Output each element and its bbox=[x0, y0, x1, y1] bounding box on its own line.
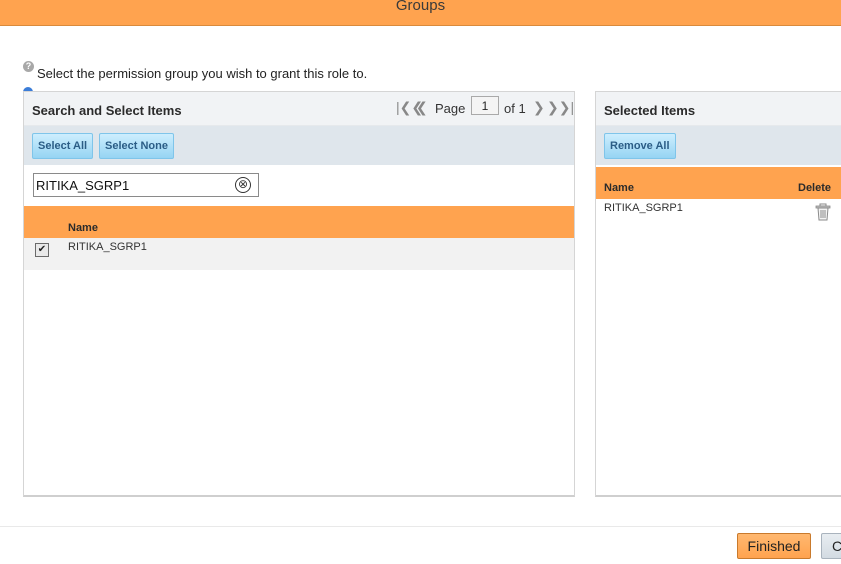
panel-title: Selected Items bbox=[604, 103, 696, 118]
row-checkbox[interactable]: ✔ bbox=[35, 243, 49, 257]
panel-title: Search and Select Items bbox=[32, 103, 182, 118]
pager: |❮❮ ❮ Page of 1 ❯ ❯❯| bbox=[396, 96, 574, 120]
next-page-icon[interactable]: ❯ bbox=[533, 100, 545, 114]
column-header-name[interactable]: Name bbox=[68, 222, 98, 234]
column-header-delete: Delete bbox=[798, 182, 832, 194]
help-icon[interactable]: ? bbox=[23, 61, 34, 72]
left-toolbar: Select All Select None bbox=[24, 125, 574, 165]
search-select-panel: Search and Select Items |❮❮ ❮ Page of 1 … bbox=[23, 91, 575, 497]
selected-items-panel: Selected Items Remove All Name Delete RI… bbox=[595, 91, 841, 497]
row-name: RITIKA_SGRP1 bbox=[604, 202, 683, 214]
clear-search-icon[interactable]: ⊗ bbox=[235, 177, 251, 193]
footer-divider bbox=[0, 526, 841, 527]
select-none-button[interactable]: Select None bbox=[99, 133, 174, 159]
items-grid-header: Name bbox=[24, 206, 574, 238]
selected-grid-header: Name Delete bbox=[596, 167, 841, 199]
table-row: RITIKA_SGRP1 bbox=[596, 199, 841, 231]
page-label: Page bbox=[435, 101, 466, 116]
dialog-title-bar: Groups bbox=[0, 0, 841, 26]
page-number-input[interactable] bbox=[471, 96, 499, 115]
row-name: RITIKA_SGRP1 bbox=[68, 241, 147, 253]
right-toolbar: Remove All bbox=[596, 125, 841, 165]
last-page-icon[interactable]: ❯❯| bbox=[547, 100, 574, 114]
search-select-header: Search and Select Items |❮❮ ❮ Page of 1 … bbox=[24, 92, 574, 125]
trash-icon[interactable] bbox=[815, 203, 831, 221]
page-count-label: of 1 bbox=[504, 101, 526, 116]
search-input[interactable] bbox=[36, 176, 226, 194]
dialog-title: Groups bbox=[395, 0, 446, 14]
remove-all-button[interactable]: Remove All bbox=[604, 133, 676, 159]
finished-button[interactable]: Finished bbox=[737, 533, 811, 559]
select-all-button[interactable]: Select All bbox=[32, 133, 94, 159]
selected-items-header: Selected Items bbox=[596, 92, 841, 125]
table-row[interactable]: ✔ RITIKA_SGRP1 bbox=[24, 238, 574, 270]
cancel-button[interactable]: C bbox=[821, 533, 841, 559]
search-field: ⊗ bbox=[33, 173, 259, 197]
previous-page-icon[interactable]: ❮ bbox=[416, 100, 428, 114]
column-header-name[interactable]: Name bbox=[604, 182, 634, 194]
instruction-text: Select the permission group you wish to … bbox=[37, 66, 368, 81]
